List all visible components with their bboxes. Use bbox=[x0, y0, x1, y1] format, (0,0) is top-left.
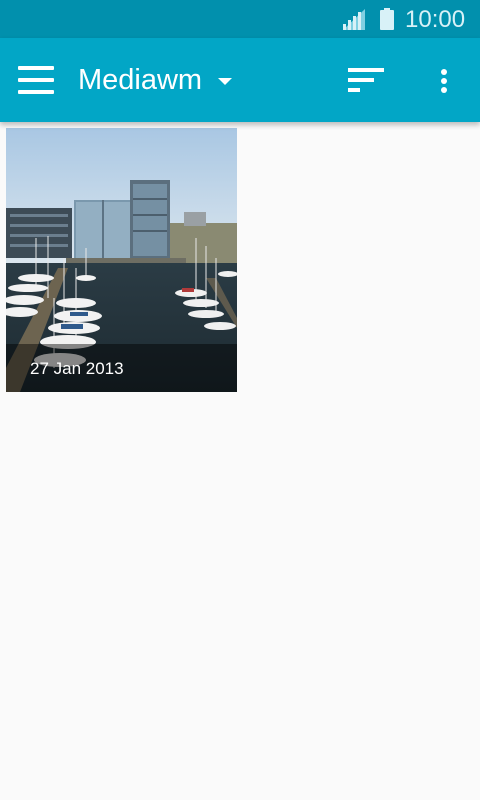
hamburger-menu-icon[interactable] bbox=[12, 58, 58, 102]
caret-down-icon bbox=[218, 77, 233, 85]
app-bar: Mediawm bbox=[0, 38, 480, 122]
app-title: Mediawm bbox=[78, 64, 203, 96]
signal-icon bbox=[343, 9, 365, 30]
battery-icon bbox=[380, 8, 394, 30]
more-vert-icon[interactable] bbox=[428, 60, 460, 100]
status-time: 10:00 bbox=[405, 6, 466, 33]
screen: 10:00 Mediawm 27 Jan 2013 bbox=[0, 0, 480, 800]
status-bar: 10:00 bbox=[0, 0, 480, 38]
sort-icon[interactable] bbox=[342, 60, 390, 100]
photo-date: 27 Jan 2013 bbox=[30, 359, 124, 378]
gallery-item[interactable]: 27 Jan 2013 bbox=[6, 128, 237, 392]
album-selector[interactable]: Mediawm bbox=[78, 60, 233, 100]
